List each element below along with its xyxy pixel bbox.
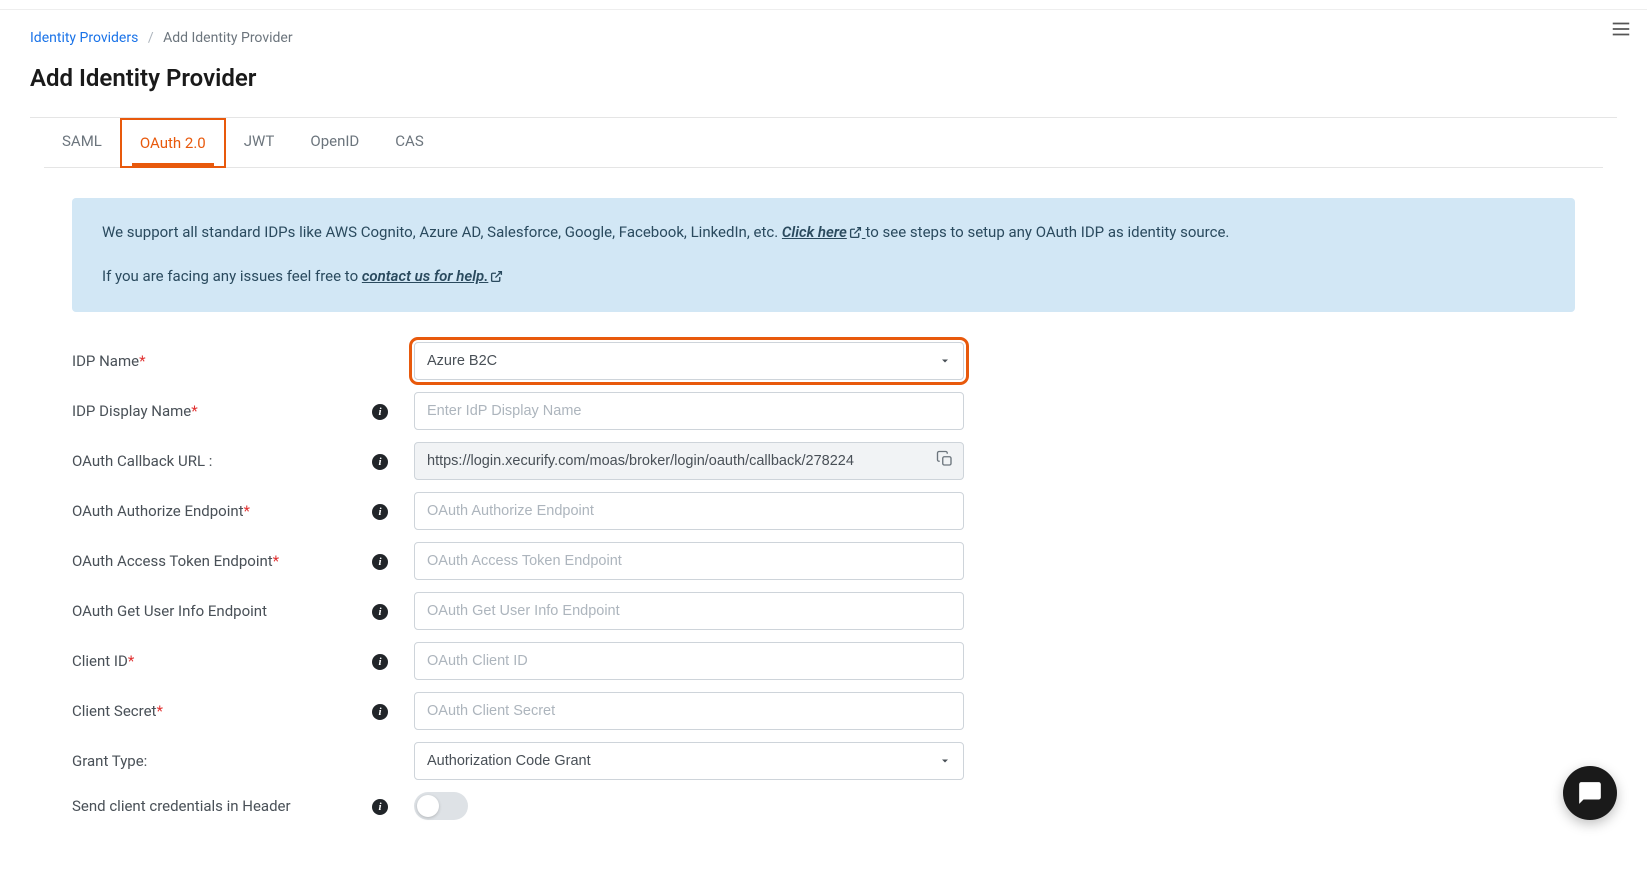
info-text-2a: If you are facing any issues feel free t… (102, 267, 362, 285)
info-icon[interactable]: i (372, 504, 388, 520)
send-header-toggle[interactable] (414, 792, 468, 820)
tab-openid[interactable]: OpenID (292, 118, 377, 167)
external-link-icon (490, 266, 503, 290)
idp-display-name-input[interactable] (414, 392, 964, 430)
info-icon[interactable]: i (372, 654, 388, 670)
info-box: We support all standard IDPs like AWS Co… (72, 198, 1575, 312)
breadcrumb-current: Add Identity Provider (163, 30, 293, 46)
page-title: Add Identity Provider (30, 64, 1617, 92)
token-endpoint-input[interactable] (414, 542, 964, 580)
info-icon[interactable]: i (372, 404, 388, 420)
tab-cas[interactable]: CAS (377, 118, 441, 167)
breadcrumb: Identity Providers / Add Identity Provid… (30, 30, 1617, 46)
info-icon[interactable]: i (372, 604, 388, 620)
send-header-label: Send client credentials in Header (72, 797, 372, 815)
copy-icon[interactable] (936, 450, 954, 472)
callback-url-input[interactable] (414, 442, 964, 480)
client-id-label: Client ID* (72, 652, 372, 670)
breadcrumb-root-link[interactable]: Identity Providers (30, 30, 138, 46)
idp-display-name-label: IDP Display Name* (72, 402, 372, 420)
tab-oauth[interactable]: OAuth 2.0 (120, 118, 226, 168)
external-link-icon (849, 222, 862, 246)
breadcrumb-separator: / (148, 30, 154, 46)
token-endpoint-label: OAuth Access Token Endpoint* (72, 552, 372, 570)
info-icon[interactable]: i (372, 704, 388, 720)
setup-steps-link[interactable]: Click here (782, 223, 866, 241)
toggle-knob (417, 795, 439, 817)
grant-type-label: Grant Type: (72, 752, 372, 770)
idp-name-select[interactable]: Azure B2C (414, 342, 964, 380)
tab-saml[interactable]: SAML (44, 118, 120, 167)
authorize-endpoint-input[interactable] (414, 492, 964, 530)
client-secret-label: Client Secret* (72, 702, 372, 720)
client-secret-input[interactable] (414, 692, 964, 730)
info-icon[interactable]: i (372, 799, 388, 815)
grant-type-select[interactable]: Authorization Code Grant (414, 742, 964, 780)
tab-jwt[interactable]: JWT (226, 118, 293, 167)
info-text-1a: We support all standard IDPs like AWS Co… (102, 223, 782, 241)
callback-url-label: OAuth Callback URL : (72, 452, 372, 470)
info-text-1b: to see steps to setup any OAuth IDP as i… (866, 223, 1230, 241)
tabs: SAML OAuth 2.0 JWT OpenID CAS (44, 118, 1603, 168)
contact-help-link[interactable]: contact us for help. (362, 267, 504, 285)
info-icon[interactable]: i (372, 454, 388, 470)
authorize-endpoint-label: OAuth Authorize Endpoint* (72, 502, 372, 520)
chat-fab[interactable] (1563, 766, 1617, 820)
menu-icon[interactable] (1610, 18, 1632, 44)
idp-name-label: IDP Name* (72, 352, 372, 370)
info-icon[interactable]: i (372, 554, 388, 570)
userinfo-endpoint-input[interactable] (414, 592, 964, 630)
userinfo-endpoint-label: OAuth Get User Info Endpoint (72, 602, 372, 620)
client-id-input[interactable] (414, 642, 964, 680)
